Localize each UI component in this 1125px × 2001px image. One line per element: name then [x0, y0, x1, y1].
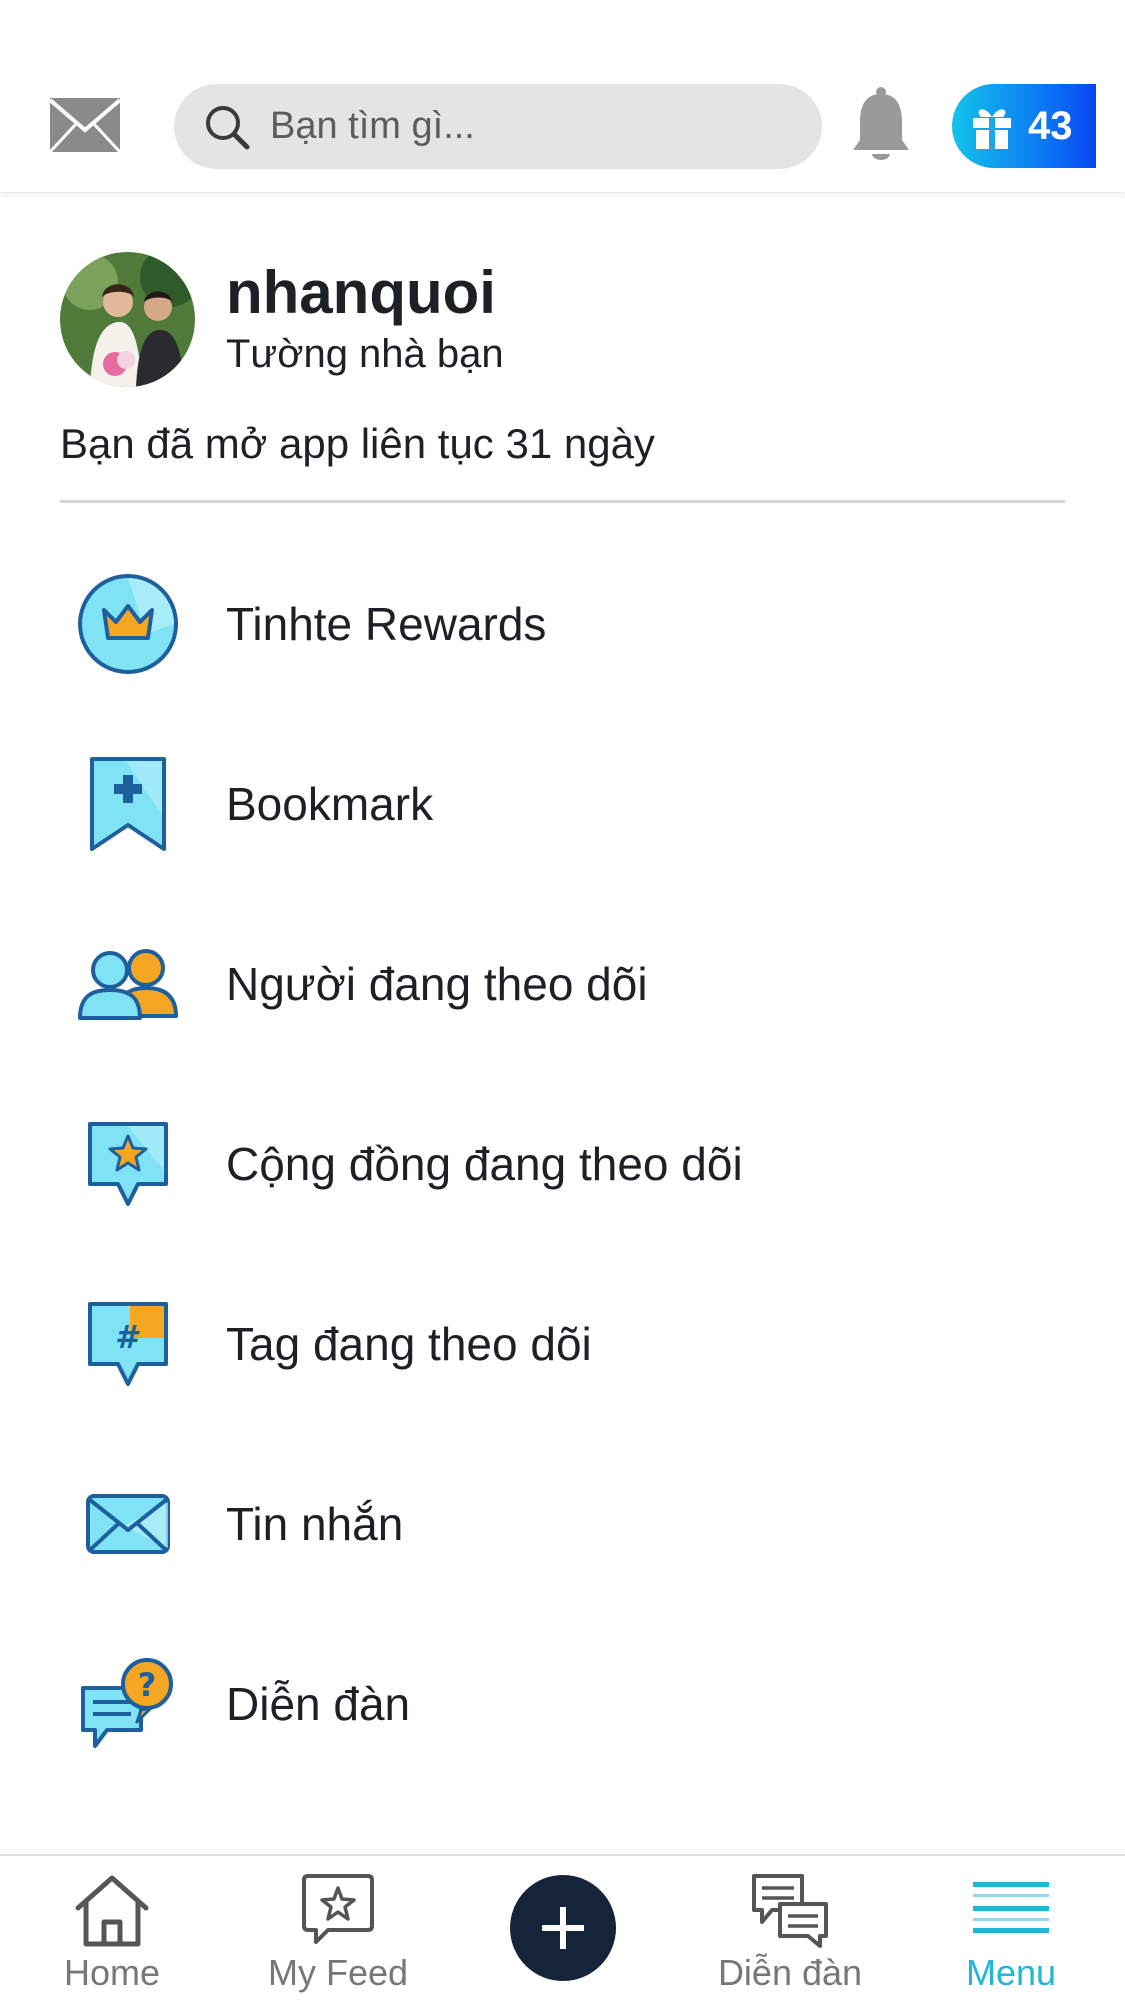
svg-text:?: ?: [138, 1666, 157, 1704]
menu-item-label: Tag đang theo dõi: [226, 1318, 592, 1370]
create-post-button[interactable]: [510, 1875, 616, 1981]
hashtag-chat-icon: #: [72, 1288, 184, 1400]
menu-item-following-people[interactable]: Người đang theo dõi: [0, 904, 1125, 1064]
svg-text:#: #: [115, 1318, 140, 1356]
nav-forum[interactable]: Diễn đàn: [700, 1856, 880, 2001]
nav-home[interactable]: Home: [52, 1856, 172, 2001]
nav-menu[interactable]: Menu: [956, 1856, 1066, 2001]
forum-question-icon: ?: [72, 1648, 184, 1760]
bookmark-plus-icon: [72, 748, 184, 860]
search-bar[interactable]: [174, 84, 822, 169]
menu-item-following-tags[interactable]: # Tag đang theo dõi: [0, 1264, 1125, 1424]
hamburger-menu-icon: [973, 1882, 1049, 1933]
avatar[interactable]: [60, 252, 195, 387]
envelope-icon: [72, 1468, 184, 1580]
menu-item-label: Cộng đồng đang theo dõi: [226, 1138, 743, 1190]
mail-icon[interactable]: [48, 96, 122, 154]
top-bar: 43: [0, 0, 1125, 193]
gift-badge-button[interactable]: 43: [952, 84, 1096, 168]
nav-my-feed[interactable]: My Feed: [258, 1856, 418, 2001]
menu-item-label: Bookmark: [226, 778, 434, 830]
nav-home-label: Home: [63, 1952, 161, 1993]
gift-icon: [973, 109, 1011, 149]
star-chat-icon: [72, 1108, 184, 1220]
chat-bubbles-icon: [752, 1874, 828, 1948]
divider: [60, 500, 1065, 503]
menu-item-bookmark[interactable]: Bookmark: [0, 724, 1125, 884]
menu-item-label: Tinhte Rewards: [226, 598, 547, 650]
people-icon: [72, 928, 184, 1040]
nav-my-feed-label: My Feed: [267, 1952, 409, 1993]
app-streak-text: Bạn đã mở app liên tục 31 ngày: [60, 420, 655, 467]
bell-icon[interactable]: [850, 86, 912, 166]
wall-link[interactable]: Tường nhà bạn: [226, 332, 504, 377]
crown-icon: [72, 568, 184, 680]
menu-item-tinhte-rewards[interactable]: Tinhte Rewards: [0, 544, 1125, 704]
username[interactable]: nhanquoi: [226, 258, 496, 327]
home-icon: [75, 1875, 149, 1947]
nav-forum-label: Diễn đàn: [717, 1952, 863, 1993]
menu-item-label: Người đang theo dõi: [226, 958, 648, 1010]
plus-icon: [542, 1907, 584, 1949]
search-icon: [206, 105, 250, 149]
menu-item-label: Diễn đàn: [226, 1678, 411, 1730]
nav-menu-label: Menu: [965, 1952, 1057, 1993]
search-input[interactable]: [270, 105, 790, 148]
menu-item-messages[interactable]: Tin nhắn: [0, 1444, 1125, 1604]
feed-star-icon: [302, 1874, 374, 1944]
menu-item-following-communities[interactable]: Cộng đồng đang theo dõi: [0, 1084, 1125, 1244]
menu-item-label: Tin nhắn: [226, 1498, 404, 1550]
gift-count: 43: [1028, 103, 1073, 148]
menu-item-forum[interactable]: ? Diễn đàn: [0, 1624, 1125, 1784]
